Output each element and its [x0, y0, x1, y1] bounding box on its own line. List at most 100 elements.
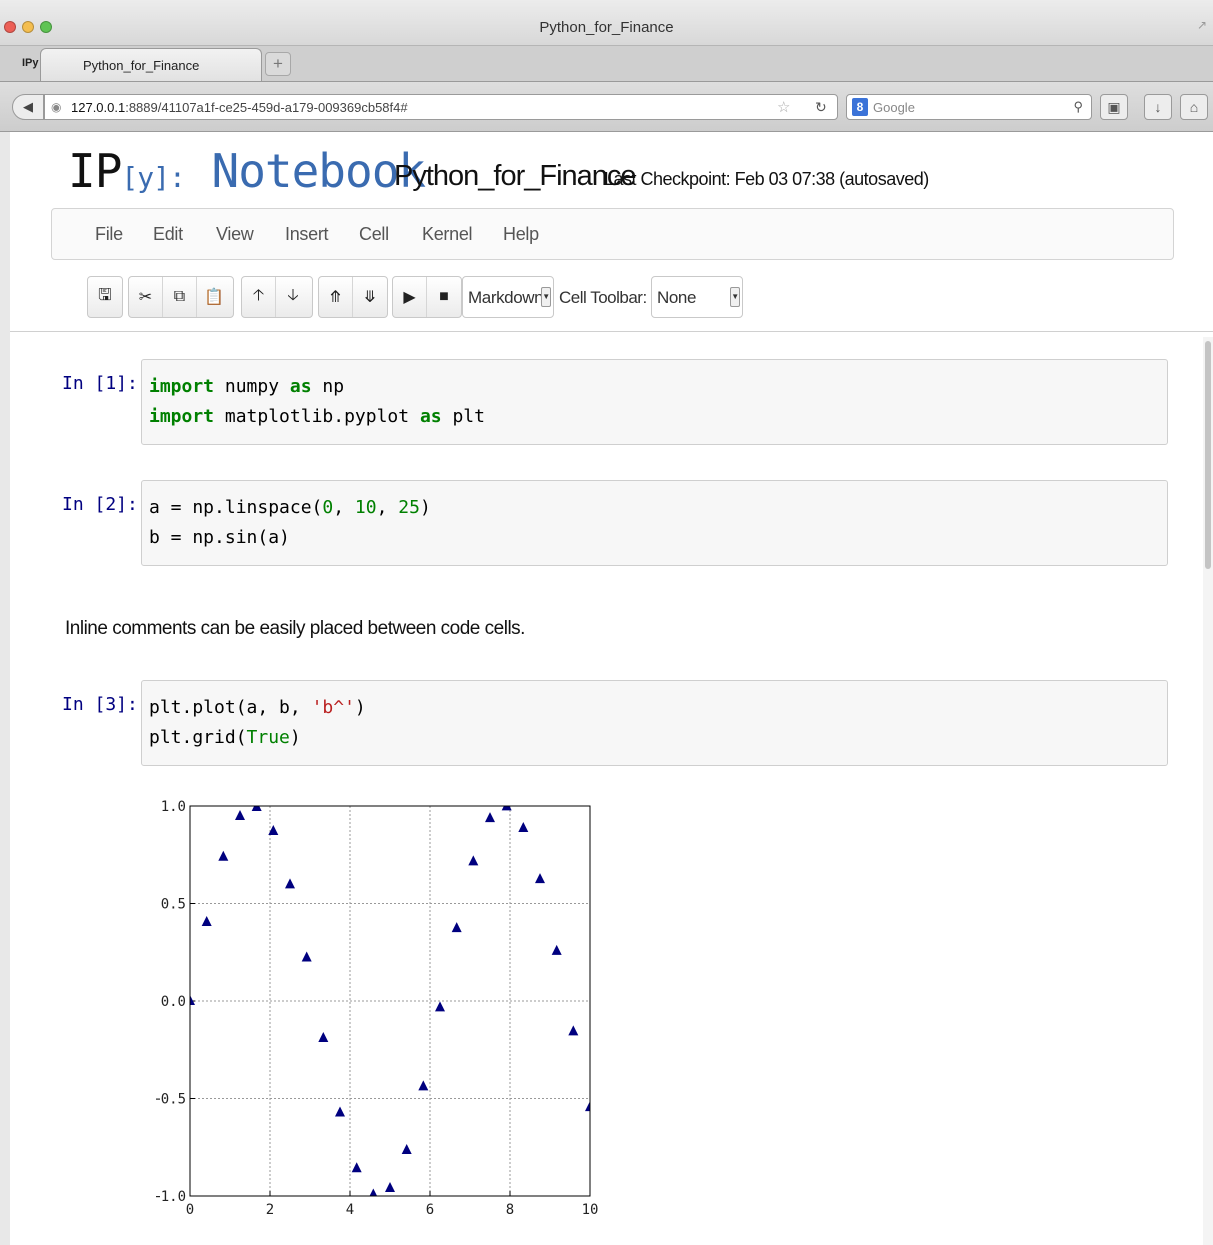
code-line: plt.plot(a, b, 'b^')	[149, 693, 1160, 723]
code-token: )	[354, 697, 366, 718]
url-bar[interactable]: ◉ 127.0.0.1:8889/41107a1f-ce25-459d-a179…	[44, 94, 838, 120]
save-group: 🖫	[87, 276, 123, 318]
scrollbar-thumb[interactable]	[1205, 341, 1211, 569]
bookmark-star-icon[interactable]: ☆	[777, 98, 790, 116]
code-token: import	[149, 406, 215, 427]
code-token: a = np.linspace(	[149, 497, 323, 518]
code-cell-2[interactable]: a = np.linspace(0, 10, 25) b = np.sin(a)	[141, 480, 1168, 566]
markdown-cell[interactable]: Inline comments can be easily placed bet…	[65, 618, 525, 640]
extensions-button[interactable]: ▣	[1100, 94, 1128, 120]
code-token: 0	[322, 497, 334, 518]
cell-type-select[interactable]: Markdown ▼	[462, 276, 554, 318]
save-icon: 🖫	[98, 286, 112, 304]
x-tick-label: 10	[582, 1202, 599, 1218]
page-scrollbar[interactable]	[1203, 337, 1213, 1245]
logo-ip: IP	[68, 144, 122, 198]
code-token: )	[419, 497, 431, 518]
stop-icon: ■	[439, 288, 449, 305]
code-line: import matplotlib.pyplot as plt	[149, 402, 1160, 432]
interrupt-kernel-button[interactable]: ■	[427, 277, 461, 317]
x-tick-label: 2	[266, 1202, 274, 1218]
code-line: b = np.sin(a)	[149, 523, 1160, 553]
edit-group: ✂ ⧉ 📋	[128, 276, 234, 318]
paste-icon: 📋	[204, 289, 224, 306]
tab-python-for-finance[interactable]: Python_for_Finance	[40, 48, 262, 81]
insert-below-icon: ⤋	[363, 289, 377, 306]
globe-icon: ◉	[51, 100, 62, 114]
paste-button[interactable]: 📋	[197, 277, 231, 317]
notebook-page: IP[y]: Notebook Python_for_Finance Last …	[10, 132, 1213, 1245]
copy-button[interactable]: ⧉	[163, 277, 197, 317]
plot-output: 0 2 4 6 8 10 1.0 0.5 0.0 −0.5 −1.0	[156, 799, 599, 1218]
save-button[interactable]: 🖫	[88, 277, 122, 317]
y-tick-label: 1.0	[161, 799, 186, 815]
downloads-button[interactable]: ↓	[1144, 94, 1172, 120]
insert-cell-below-button[interactable]: ⤋	[353, 277, 387, 317]
copy-icon: ⧉	[173, 288, 186, 305]
code-cell-1[interactable]: import numpy as np import matplotlib.pypl…	[141, 359, 1168, 445]
code-token: 10	[354, 497, 377, 518]
code-token: ,	[376, 497, 399, 518]
menu-edit[interactable]: Edit	[153, 224, 183, 245]
chevron-down-icon: ▼	[541, 287, 551, 307]
y-tick-label: −0.5	[156, 1092, 186, 1108]
insert-above-icon: ⤊	[328, 289, 343, 306]
reload-icon[interactable]: ↻	[815, 99, 827, 116]
notebook-header: IP[y]: Notebook Python_for_Finance Last …	[10, 132, 1213, 208]
cut-button[interactable]: ✂	[129, 277, 163, 317]
search-placeholder: Google	[873, 100, 915, 115]
url-path: :8889/41107a1f-ce25-459d-a179-009369cb58…	[125, 100, 408, 115]
y-tick-label: 0.5	[161, 897, 186, 913]
chevron-down-icon: ▼	[730, 287, 740, 307]
code-token: as	[419, 406, 442, 427]
move-cell-up-button[interactable]: 🡡	[242, 277, 276, 317]
insert-cell-above-button[interactable]: ⤊	[319, 277, 353, 317]
cell-3-prompt: In [3]:	[62, 694, 138, 715]
menu-insert[interactable]: Insert	[285, 224, 329, 245]
run-cell-button[interactable]: ▶	[393, 277, 427, 317]
menu-file[interactable]: File	[95, 224, 123, 245]
move-down-icon: 🡣	[287, 286, 299, 304]
search-icon[interactable]: ⚲	[1073, 99, 1083, 115]
back-button[interactable]: ◀	[12, 94, 44, 120]
y-tick-label: −1.0	[156, 1189, 186, 1205]
new-tab-button[interactable]: +	[265, 52, 291, 76]
ipython-notebook-logo[interactable]: IP[y]: Notebook	[68, 144, 426, 198]
code-token: plt	[441, 406, 485, 427]
code-token: np	[311, 376, 345, 397]
code-token: plt.grid(	[149, 727, 247, 748]
cut-icon: ✂	[138, 289, 153, 306]
code-line: a = np.linspace(0, 10, 25)	[149, 493, 1160, 523]
menu-cell[interactable]: Cell	[359, 224, 389, 245]
home-button[interactable]: ⌂	[1180, 94, 1208, 120]
menu-view[interactable]: View	[216, 224, 254, 245]
download-arrow-icon: ↓	[1154, 99, 1162, 115]
code-token: b = np.sin(a)	[149, 527, 290, 548]
code-token: 'b^'	[311, 697, 355, 718]
menu-bar: File Edit View Insert Cell Kernel Help	[51, 208, 1174, 260]
run-icon: ▶	[403, 289, 416, 306]
menu-kernel[interactable]: Kernel	[422, 224, 473, 245]
code-token: 25	[398, 497, 420, 518]
url-text: 127.0.0.1:8889/41107a1f-ce25-459d-a179-0…	[71, 100, 408, 115]
x-tick-label: 6	[426, 1202, 434, 1218]
window-titlebar: Python_for_Finance ↗	[0, 0, 1213, 46]
move-up-icon: 🡡	[252, 286, 265, 304]
last-checkpoint: Last Checkpoint: Feb 03 07:38 (autosaved…	[604, 169, 929, 189]
search-engine-icon[interactable]: 8	[852, 98, 868, 116]
code-line: plt.grid(True)	[149, 723, 1160, 753]
home-icon: ⌂	[1189, 99, 1199, 115]
extensions-icon: ▣	[1107, 99, 1121, 115]
fullscreen-icon[interactable]: ↗	[1197, 18, 1207, 32]
code-cell-3[interactable]: plt.plot(a, b, 'b^') plt.grid(True)	[141, 680, 1168, 766]
insert-group: ⤊ ⤋	[318, 276, 388, 318]
cell-toolbar-select[interactable]: None ▼	[651, 276, 743, 318]
search-box[interactable]: 8 Google ⚲	[846, 94, 1092, 120]
code-token: import	[149, 376, 215, 397]
code-token: )	[289, 727, 301, 748]
menu-help[interactable]: Help	[503, 224, 539, 245]
notebook-name[interactable]: Python_for_Finance	[394, 160, 637, 193]
run-group: ▶ ■	[392, 276, 462, 318]
cell-1-prompt: In [1]:	[62, 373, 138, 394]
move-cell-down-button[interactable]: 🡣	[276, 277, 310, 317]
